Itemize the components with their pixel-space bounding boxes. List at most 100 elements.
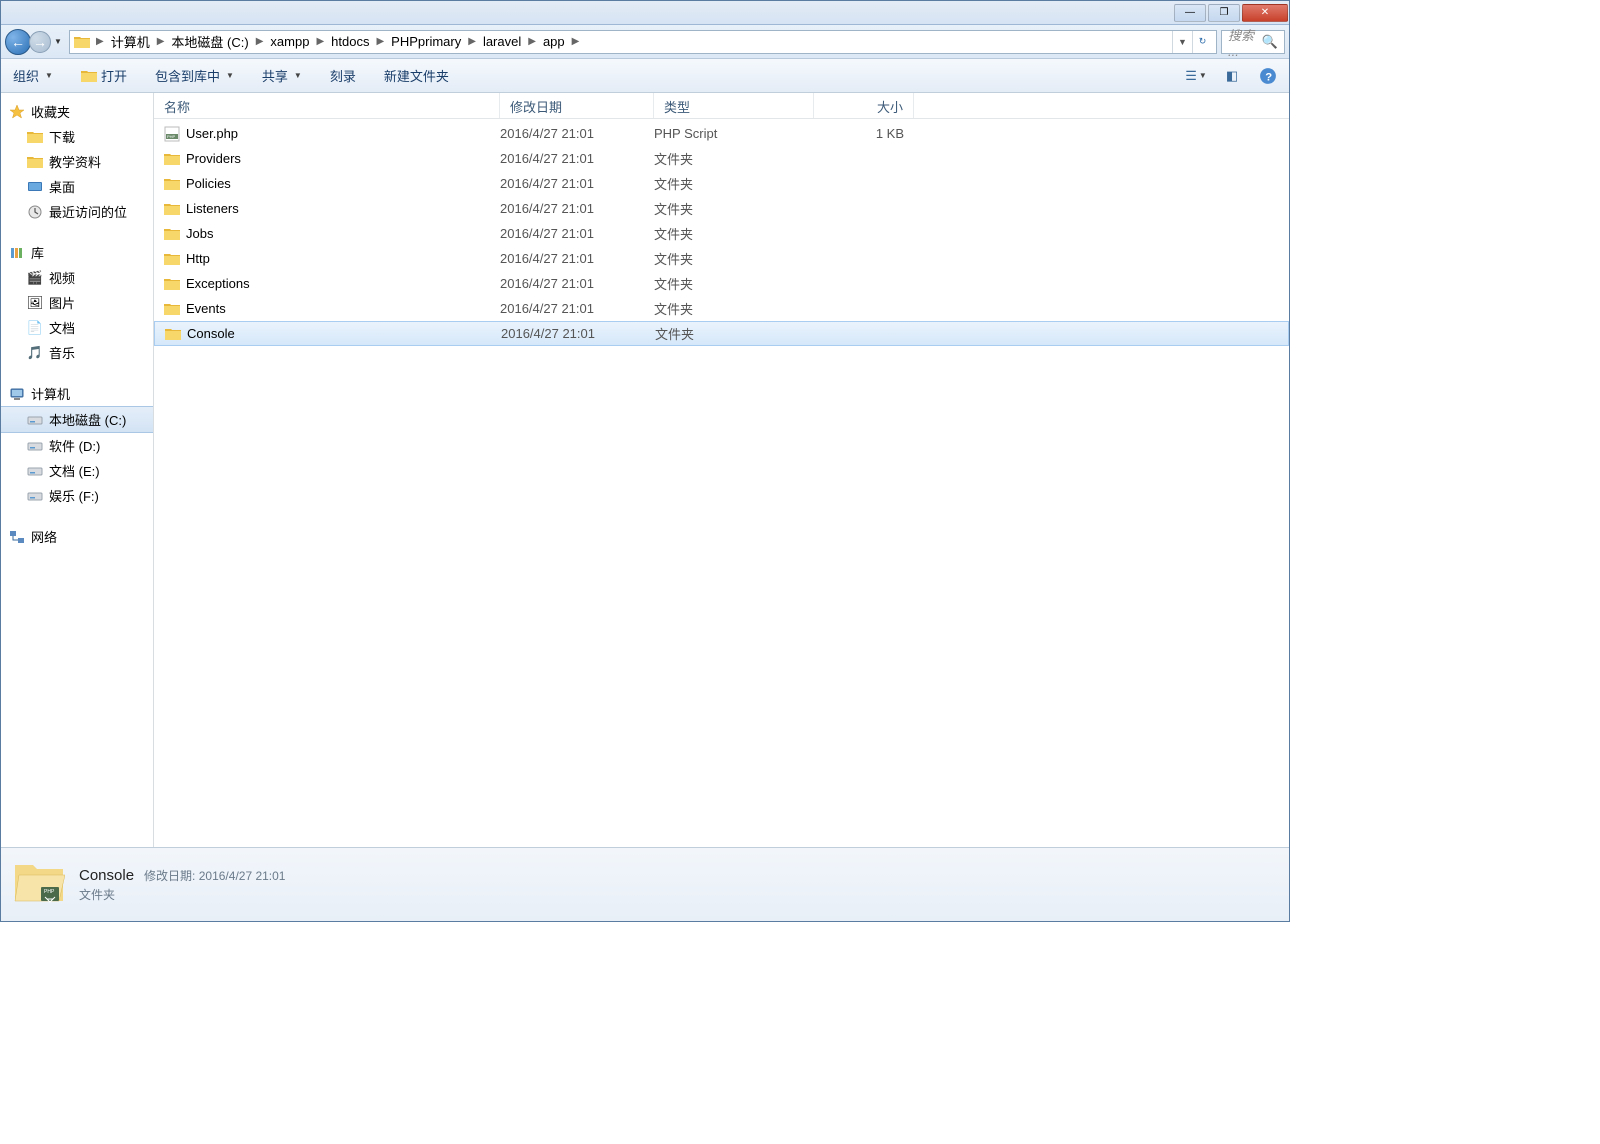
star-icon: [9, 104, 25, 120]
sidebar-item-drive-c[interactable]: 本地磁盘 (C:): [1, 406, 153, 433]
chevron-right-icon[interactable]: ▶: [94, 36, 106, 47]
sidebar-item-teaching[interactable]: 教学资料: [1, 149, 153, 174]
breadcrumb-item[interactable]: 本地磁盘 (C:): [166, 30, 253, 53]
drive-icon: [27, 488, 43, 504]
column-headers: 名称 修改日期 类型 大小: [154, 93, 1289, 119]
computer-icon: [9, 386, 25, 402]
document-icon: 📄: [27, 320, 43, 336]
open-icon: [81, 68, 97, 84]
breadcrumb-item[interactable]: app: [538, 32, 570, 51]
breadcrumb[interactable]: ▶ 计算机 ▶ 本地磁盘 (C:) ▶ xampp ▶ htdocs ▶ PHP…: [69, 30, 1217, 54]
file-name: Events: [186, 301, 226, 316]
sidebar-item-pictures[interactable]: 🖼图片: [1, 290, 153, 315]
drive-icon: [27, 463, 43, 479]
sidebar-favorites-header[interactable]: 收藏夹: [1, 99, 153, 124]
folder-icon: [164, 151, 180, 167]
toolbar: 组织▼ 打开 包含到库中▼ 共享▼ 刻录 新建文件夹 ☰▼ ◧: [1, 59, 1289, 93]
network-icon: [9, 529, 25, 545]
file-name: Jobs: [186, 226, 213, 241]
music-icon: 🎵: [27, 345, 43, 361]
breadcrumb-item[interactable]: laravel: [478, 32, 526, 51]
file-type: 文件夹: [655, 324, 815, 343]
file-row[interactable]: Http2016/4/27 21:01文件夹: [154, 246, 1289, 271]
file-row[interactable]: Exceptions2016/4/27 21:01文件夹: [154, 271, 1289, 296]
chevron-right-icon[interactable]: ▶: [466, 36, 478, 47]
burn-button[interactable]: 刻录: [328, 62, 358, 89]
file-row[interactable]: Events2016/4/27 21:01文件夹: [154, 296, 1289, 321]
column-name[interactable]: 名称: [154, 93, 500, 118]
file-date: 2016/4/27 21:01: [500, 151, 654, 166]
view-options-button[interactable]: ☰▼: [1185, 65, 1207, 87]
breadcrumb-item[interactable]: 计算机: [106, 30, 155, 53]
file-date: 2016/4/27 21:01: [500, 176, 654, 191]
sidebar-computer-header[interactable]: 计算机: [1, 381, 153, 406]
file-list-view: 名称 修改日期 类型 大小 User.php2016/4/27 21:01PHP…: [154, 93, 1289, 847]
search-input[interactable]: 搜索 ... 🔍: [1221, 30, 1285, 54]
column-date[interactable]: 修改日期: [500, 93, 654, 118]
nav-history-dropdown[interactable]: ▼: [51, 30, 65, 54]
folder-icon: [164, 201, 180, 217]
sidebar-item-videos[interactable]: 🎬视频: [1, 265, 153, 290]
php-file-icon: [164, 126, 180, 142]
minimize-button[interactable]: —: [1174, 4, 1206, 22]
new-folder-button[interactable]: 新建文件夹: [382, 62, 451, 89]
breadcrumb-item[interactable]: xampp: [265, 32, 314, 51]
folder-open-icon: [13, 859, 65, 911]
organize-button[interactable]: 组织▼: [11, 62, 55, 89]
sidebar-item-downloads[interactable]: 下载: [1, 124, 153, 149]
folder-icon: [27, 154, 43, 170]
breadcrumb-item[interactable]: PHPprimary: [386, 32, 466, 51]
maximize-button[interactable]: ❐: [1208, 4, 1240, 22]
navigation-sidebar: 收藏夹 下载 教学资料 桌面 最近访问的位 库 🎬视频 🖼图片 📄文档 🎵音乐 …: [1, 93, 154, 847]
file-row[interactable]: Providers2016/4/27 21:01文件夹: [154, 146, 1289, 171]
breadcrumb-item[interactable]: htdocs: [326, 32, 374, 51]
file-date: 2016/4/27 21:01: [501, 326, 655, 341]
preview-pane-button[interactable]: ◧: [1221, 65, 1243, 87]
chevron-right-icon[interactable]: ▶: [314, 36, 326, 47]
folder-icon: [74, 34, 90, 50]
folder-icon: [165, 326, 181, 342]
sidebar-network-header[interactable]: 网络: [1, 524, 153, 549]
file-date: 2016/4/27 21:01: [500, 201, 654, 216]
share-button[interactable]: 共享▼: [260, 62, 304, 89]
chevron-right-icon[interactable]: ▶: [155, 36, 167, 47]
address-bar: ← → ▼ ▶ 计算机 ▶ 本地磁盘 (C:) ▶ xampp ▶ htdocs…: [1, 25, 1289, 59]
chevron-right-icon[interactable]: ▶: [526, 36, 538, 47]
file-row[interactable]: Listeners2016/4/27 21:01文件夹: [154, 196, 1289, 221]
sidebar-libraries-header[interactable]: 库: [1, 240, 153, 265]
nav-back-button[interactable]: ←: [5, 29, 31, 55]
folder-icon: [27, 129, 43, 145]
sidebar-item-desktop[interactable]: 桌面: [1, 174, 153, 199]
sidebar-item-drive-e[interactable]: 文档 (E:): [1, 458, 153, 483]
file-type: 文件夹: [654, 224, 814, 243]
file-row[interactable]: Console2016/4/27 21:01文件夹: [154, 321, 1289, 346]
include-library-button[interactable]: 包含到库中▼: [153, 62, 236, 89]
details-name: Console: [79, 867, 134, 884]
chevron-right-icon[interactable]: ▶: [374, 36, 386, 47]
file-type: 文件夹: [654, 299, 814, 318]
chevron-right-icon[interactable]: ▶: [254, 36, 266, 47]
help-button[interactable]: [1257, 65, 1279, 87]
details-type: 文件夹: [79, 886, 285, 903]
sidebar-item-recent[interactable]: 最近访问的位: [1, 199, 153, 224]
file-name: Providers: [186, 151, 241, 166]
refresh-button[interactable]: ↻: [1192, 31, 1212, 53]
sidebar-item-music[interactable]: 🎵音乐: [1, 340, 153, 365]
breadcrumb-dropdown[interactable]: ▼: [1172, 31, 1192, 53]
file-row[interactable]: Jobs2016/4/27 21:01文件夹: [154, 221, 1289, 246]
close-button[interactable]: ✕: [1242, 4, 1288, 22]
file-row[interactable]: Policies2016/4/27 21:01文件夹: [154, 171, 1289, 196]
column-type[interactable]: 类型: [654, 93, 814, 118]
nav-forward-button[interactable]: →: [29, 31, 51, 53]
open-button[interactable]: 打开: [79, 62, 129, 89]
file-name: Http: [186, 251, 210, 266]
sidebar-item-drive-d[interactable]: 软件 (D:): [1, 433, 153, 458]
file-type: 文件夹: [654, 199, 814, 218]
chevron-right-icon[interactable]: ▶: [570, 36, 582, 47]
file-row[interactable]: User.php2016/4/27 21:01PHP Script1 KB: [154, 121, 1289, 146]
sidebar-item-documents[interactable]: 📄文档: [1, 315, 153, 340]
sidebar-item-drive-f[interactable]: 娱乐 (F:): [1, 483, 153, 508]
file-name: Exceptions: [186, 276, 250, 291]
column-size[interactable]: 大小: [814, 93, 914, 118]
file-name: User.php: [186, 126, 238, 141]
